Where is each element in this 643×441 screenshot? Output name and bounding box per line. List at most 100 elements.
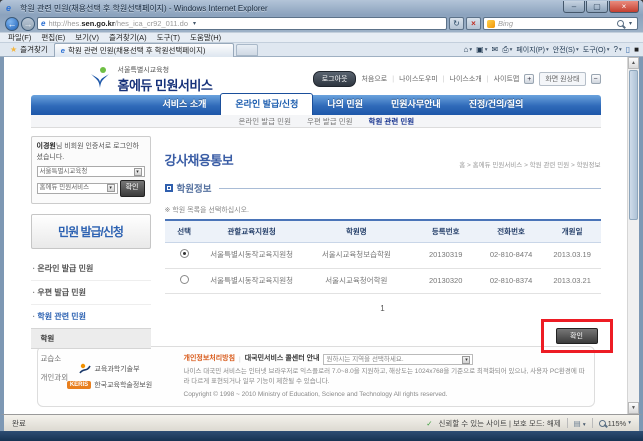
site-logo[interactable]: 서울특별시교육청 홈에듀 민원서비스 bbox=[87, 65, 213, 94]
footer-notice: 나이스 대국민 서비스는 인터넷 브라우저로 익스플로러 7.0~8.0을 지원… bbox=[183, 368, 585, 385]
scrollbar-thumb[interactable] bbox=[629, 70, 638, 220]
mail-icon: ✉ bbox=[491, 45, 499, 54]
section-bullet-icon bbox=[164, 184, 173, 192]
trusted-check-icon: ✓ bbox=[426, 418, 433, 428]
tab-favicon: e bbox=[60, 45, 65, 55]
read-mail-button[interactable]: ✉ bbox=[491, 45, 498, 54]
compat-view-button[interactable]: ▤ ▾ bbox=[574, 419, 586, 428]
search-input[interactable]: Bing ▾ bbox=[483, 17, 638, 30]
help-menu-button[interactable]: ? ▾ bbox=[614, 45, 622, 54]
addon-button[interactable]: ■ bbox=[634, 45, 639, 54]
minimize-button[interactable]: – bbox=[563, 1, 585, 13]
maximize-button[interactable]: ▢ bbox=[586, 1, 608, 13]
link-home[interactable]: 처음으로 bbox=[361, 74, 387, 84]
office-select[interactable]: 서울특별시교육청 ▾ bbox=[36, 166, 145, 177]
confirm-button[interactable]: 확인 bbox=[555, 328, 598, 344]
logout-button[interactable]: 로그아웃 bbox=[312, 71, 357, 87]
zoom-in-button[interactable]: + bbox=[524, 74, 535, 84]
pagination[interactable]: 1 bbox=[165, 304, 601, 313]
sidebar-item-mail-issue[interactable]: 우편 발급 민원 bbox=[30, 281, 151, 305]
row1-radio[interactable] bbox=[179, 249, 189, 258]
nav-minwon-guide[interactable]: 민원사무안내 bbox=[377, 97, 455, 115]
sub-nav: 온라인 발급 민원 우편 발급 민원 학원 관련 민원 bbox=[30, 115, 601, 128]
sidebar-item-academy[interactable]: 학원 관련 민원 bbox=[31, 305, 151, 328]
search-icon[interactable] bbox=[616, 20, 624, 27]
chevron-down-icon: ▾ bbox=[133, 167, 142, 176]
zoom-out-button[interactable]: − bbox=[590, 74, 601, 84]
sidebar-item-online-issue[interactable]: 온라인 발급 민원 bbox=[30, 257, 151, 281]
sidebar: 이경원님 비회원 인증서로 로그인하셨습니다. 서울특별시교육청 ▾ 홈에듀 민… bbox=[30, 136, 151, 382]
stop-button[interactable]: × bbox=[466, 17, 481, 30]
sidebar-subitem-hakwon[interactable]: 학원 bbox=[30, 327, 151, 349]
back-button[interactable]: ← bbox=[5, 16, 19, 31]
tab-active[interactable]: e 학원 관련 민원(채용선택 후 학원선택페이지) bbox=[53, 42, 234, 57]
table-row: 서울특별시동작교육지원청 서울시교육청보습학원 20130319 02-810-… bbox=[164, 242, 601, 269]
nav-service-intro[interactable]: 서비스 소개 bbox=[149, 97, 221, 115]
vertical-scrollbar[interactable]: ▲ ▼ bbox=[627, 57, 639, 414]
menu-edit[interactable]: 편집(E) bbox=[41, 32, 65, 43]
sidebar-confirm-button[interactable]: 확인 bbox=[119, 180, 145, 197]
print-button[interactable]: ⎙ ▾ bbox=[502, 45, 512, 55]
home-button[interactable]: ⌂ ▾ bbox=[464, 45, 473, 54]
service-name: 홈에듀 민원서비스 bbox=[117, 77, 213, 93]
menu-tools[interactable]: 도구(T) bbox=[157, 32, 180, 43]
home-icon: ⌂ bbox=[463, 45, 469, 54]
messenger-button[interactable]: ▯ bbox=[626, 45, 630, 54]
service-select[interactable]: 홈에듀 민원서비스 ▾ bbox=[36, 182, 118, 194]
new-tab-button[interactable] bbox=[235, 44, 258, 56]
tools-menu-button[interactable]: 도구(O) ▾ bbox=[583, 45, 610, 55]
status-text: 완료 bbox=[12, 418, 26, 428]
messenger-icon: ▯ bbox=[625, 45, 631, 54]
site-header: 서울특별시교육청 홈에듀 민원서비스 로그아웃 처음으로 | 나이스도우미 | 나이… bbox=[31, 57, 601, 95]
keris-badge-icon: KERIS bbox=[66, 381, 92, 390]
menu-bar: 파일(F) 편집(E) 보기(V) 즐겨찾기(A) 도구(T) 도움말(H) bbox=[0, 32, 643, 42]
screen-reset-button[interactable]: 화면 원상태 bbox=[539, 72, 586, 86]
favorites-button[interactable]: ★ 즐겨찾기 bbox=[4, 44, 54, 55]
nav-my-minwon[interactable]: 나의 민원 bbox=[313, 97, 377, 115]
keris-logo: KERIS 한국교육학술정보원 bbox=[66, 380, 152, 390]
forward-button[interactable]: → bbox=[21, 16, 35, 31]
main-content: 강사채용통보 홈 > 홈에듀 민원서비스 > 학원 관련 민원 > 학원정보 학… bbox=[151, 136, 613, 353]
row2-radio[interactable] bbox=[179, 274, 189, 284]
page-title: 강사채용통보 bbox=[164, 153, 234, 168]
url-text: http://hes.sen.go.kr/hes_ica_cr92_011.do bbox=[48, 19, 188, 28]
chevron-down-icon: ▾ bbox=[106, 184, 115, 193]
security-zone-text[interactable]: 신뢰할 수 있는 사이트 | 보호 모드: 해제 bbox=[439, 418, 561, 429]
subnav-online-issue[interactable]: 온라인 발급 민원 bbox=[239, 116, 291, 127]
breadcrumb: 홈 > 홈에듀 민원서비스 > 학원 관련 민원 > 학원정보 bbox=[459, 162, 601, 169]
title-bar: e 학원 관련 민원(채용선택 후 학원선택페이지) - Windows Int… bbox=[0, 0, 643, 15]
select-note: ※ 학원 목록을 선택하십시오. bbox=[164, 207, 249, 214]
tab-title: 학원 관련 민원(채용선택 후 학원선택페이지) bbox=[67, 45, 206, 55]
tabs-bar: ★ 즐겨찾기 e 학원 관련 민원(채용선택 후 학원선택페이지) ⌂ ▾ ▣ ▾ … bbox=[0, 42, 643, 57]
section-title: 학원정보 bbox=[176, 184, 212, 195]
address-input[interactable]: e http://hes.sen.go.kr/hes_ica_cr92_011.… bbox=[37, 17, 447, 30]
feeds-button[interactable]: ▣ ▾ bbox=[476, 45, 487, 54]
search-dropdown-icon[interactable]: ▾ bbox=[627, 20, 634, 27]
zoom-level-button[interactable]: 115% ▾ bbox=[598, 419, 631, 428]
page-menu-button[interactable]: 페이지(P) ▾ bbox=[516, 45, 548, 55]
ministry-logo: 교육과학기술부 bbox=[79, 363, 140, 375]
menu-file[interactable]: 파일(F) bbox=[8, 32, 31, 43]
scroll-down-icon[interactable]: ▼ bbox=[628, 402, 639, 414]
page-favicon: e bbox=[41, 19, 46, 28]
nav-petition[interactable]: 진정/건의/질의 bbox=[455, 97, 538, 115]
refresh-button[interactable]: ↻ bbox=[449, 17, 464, 30]
menu-view[interactable]: 보기(V) bbox=[75, 32, 99, 43]
link-neis-helper[interactable]: 나이스도우미 bbox=[399, 74, 438, 84]
login-notice-box: 이경원님 비회원 인증서로 로그인하셨습니다. 서울특별시교육청 ▾ 홈에듀 민… bbox=[30, 136, 151, 204]
menu-help[interactable]: 도움말(H) bbox=[190, 32, 221, 43]
address-dropdown-icon[interactable]: ▾ bbox=[191, 20, 198, 27]
link-neis-intro[interactable]: 나이스소개 bbox=[450, 74, 482, 84]
star-icon: ★ bbox=[10, 45, 18, 54]
seoul-edu-logo-icon bbox=[90, 67, 109, 88]
menu-favorites[interactable]: 즐겨찾기(A) bbox=[109, 32, 147, 43]
scroll-up-icon[interactable]: ▲ bbox=[628, 57, 639, 69]
close-button[interactable]: × bbox=[609, 1, 639, 13]
status-bar: 완료 ✓ 신뢰할 수 있는 사이트 | 보호 모드: 해제 ▤ ▾ 115% ▾ bbox=[0, 414, 643, 431]
subnav-mail-issue[interactable]: 우편 발급 민원 bbox=[307, 116, 353, 127]
safety-menu-button[interactable]: 안전(S) ▾ bbox=[553, 45, 579, 55]
subnav-academy-minwon[interactable]: 학원 관련 민원 bbox=[369, 116, 415, 127]
link-sitemap[interactable]: 사이트맵 bbox=[494, 74, 520, 84]
sidebar-section-title: 민원 발급/신청 bbox=[30, 213, 151, 249]
nav-online-issue[interactable]: 온라인 발급/신청 bbox=[220, 93, 314, 115]
